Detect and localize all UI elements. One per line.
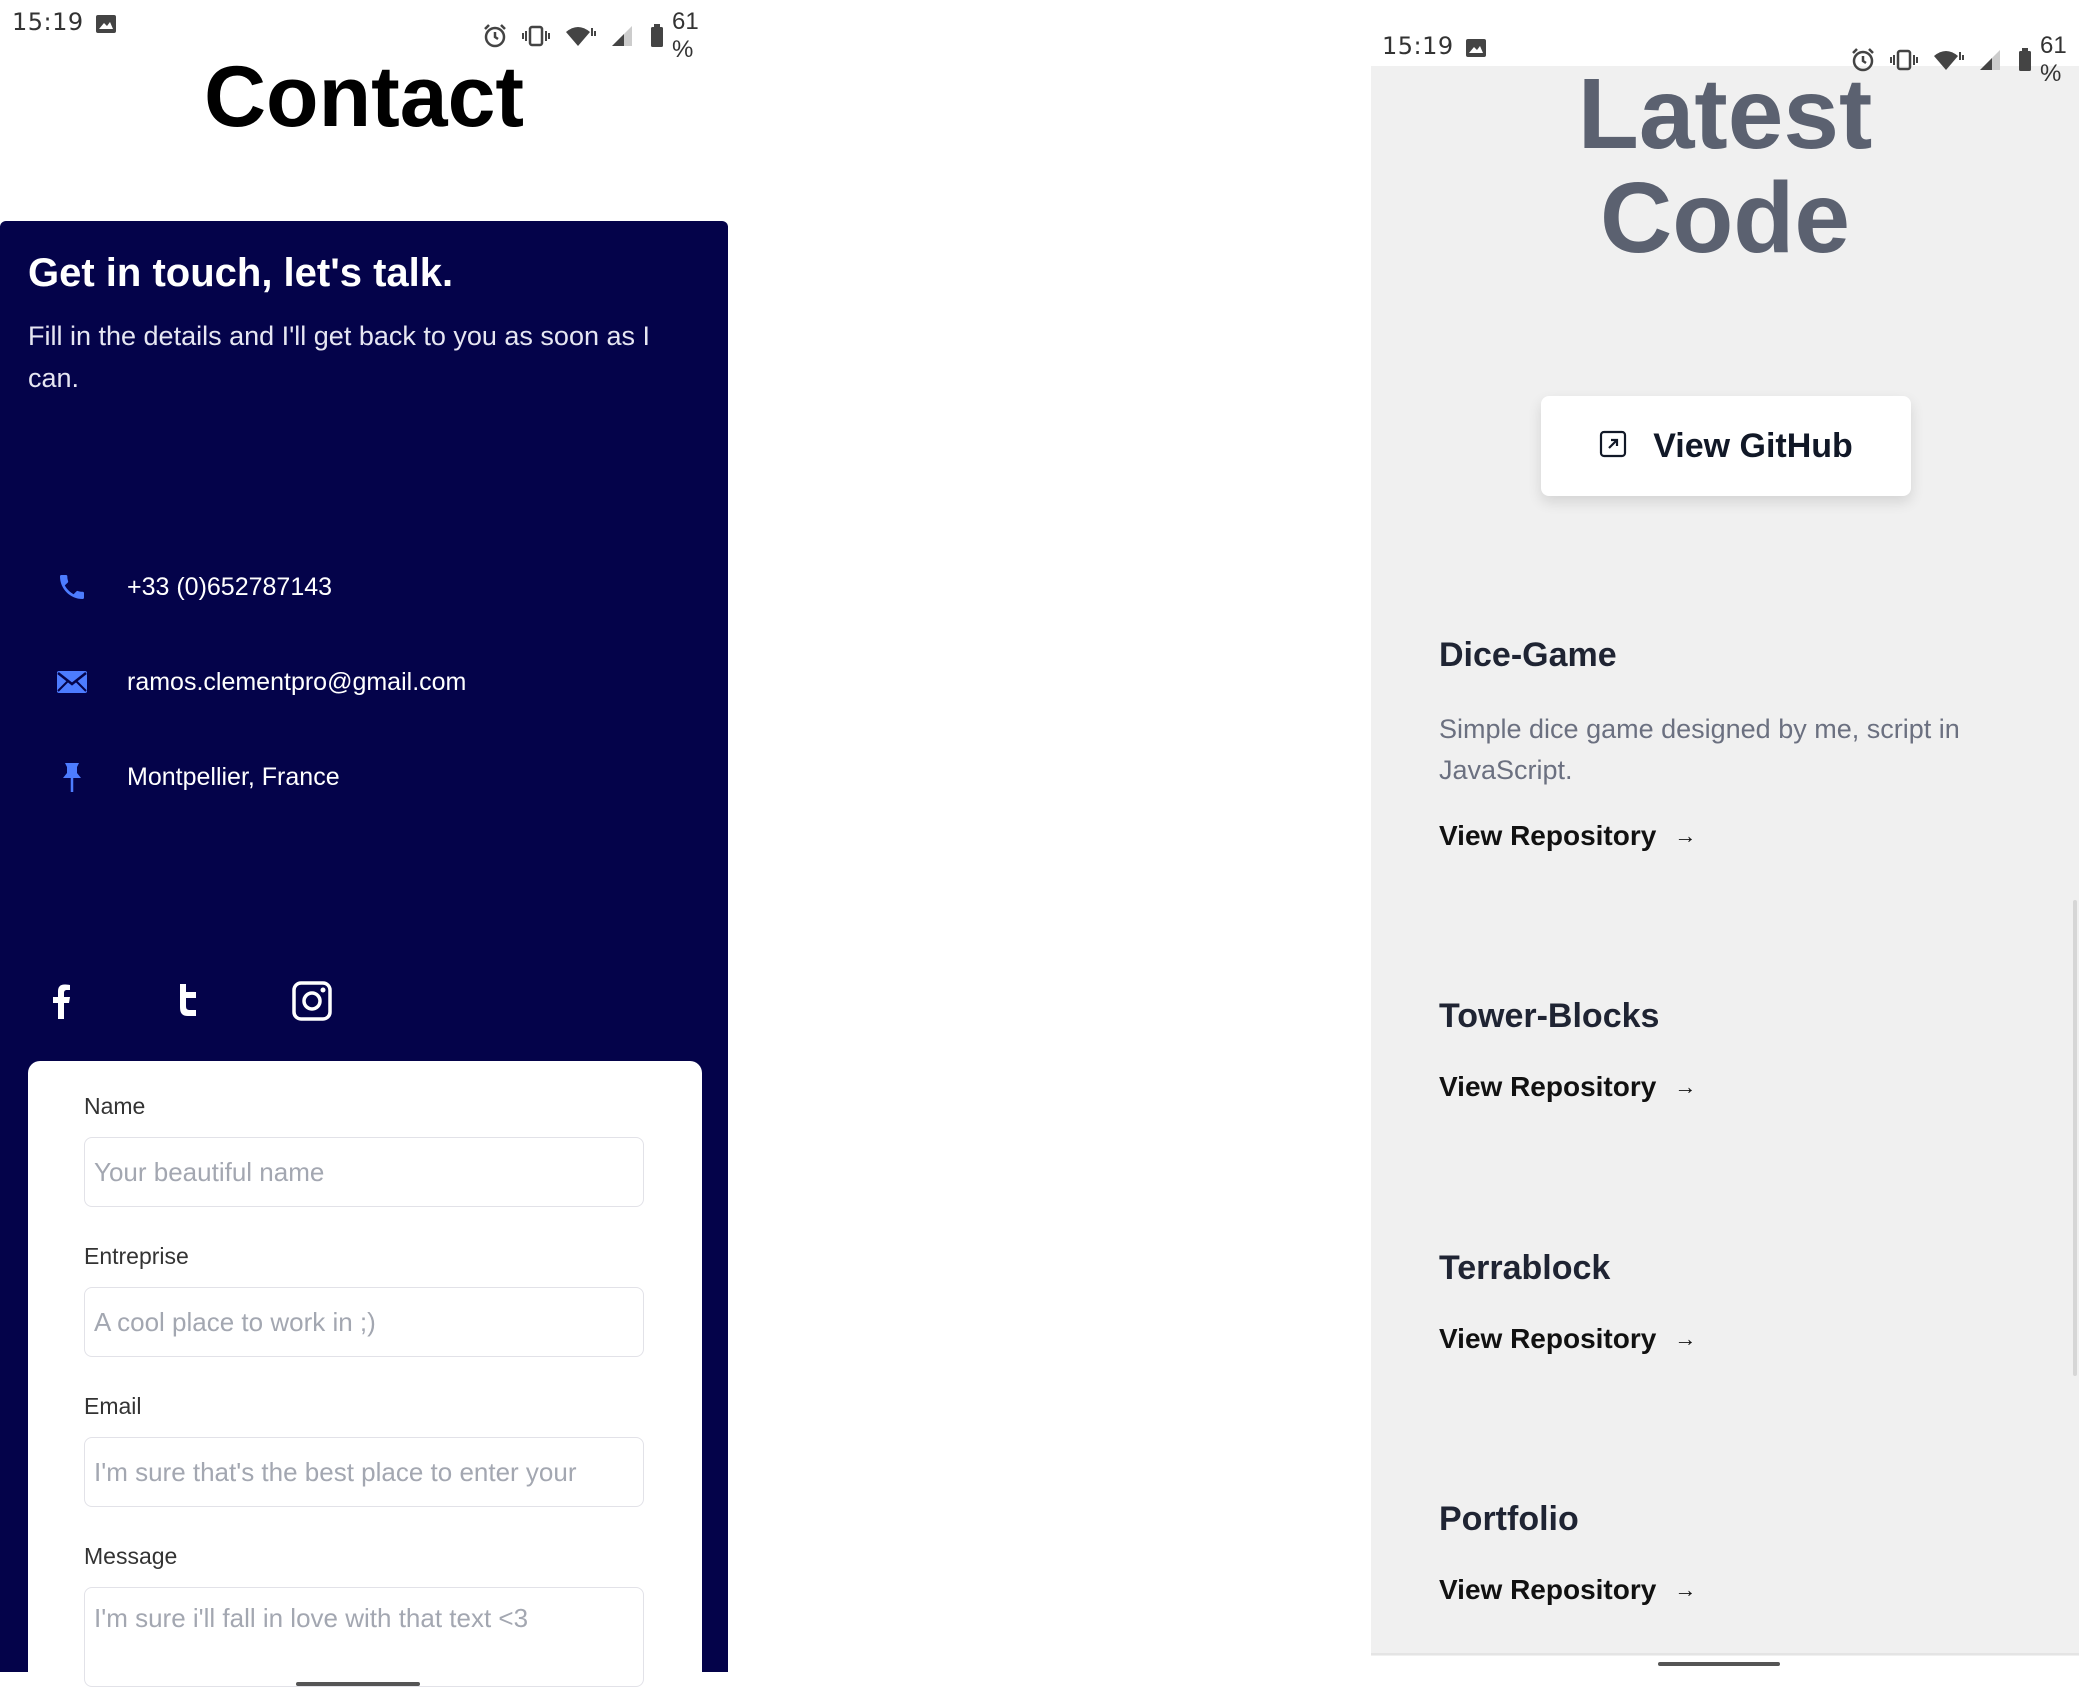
image-notification-icon <box>96 12 116 40</box>
pin-icon <box>52 757 92 797</box>
scrollbar[interactable] <box>2073 900 2077 1376</box>
battery-icon <box>650 24 664 48</box>
view-github-label: View GitHub <box>1653 426 1853 465</box>
project-title: Portfolio <box>1439 1500 1579 1538</box>
status-bar: 15:19 61 % <box>12 6 716 63</box>
view-github-button[interactable]: View GitHub <box>1541 396 1911 496</box>
wifi-icon <box>564 24 596 48</box>
status-time: 15:19 <box>12 8 84 36</box>
latest-code-screen: 15:19 61 % Latest Code View GitHub Dice-… <box>1371 0 2079 1701</box>
contact-screen: 15:19 61 % Contact Get in touch, let's t… <box>0 0 728 1701</box>
project-title: Terrablock <box>1439 1249 1611 1287</box>
view-repository-link[interactable]: View Repository → <box>1439 820 1696 852</box>
signal-icon <box>610 24 636 48</box>
email-input[interactable]: I'm sure that's the best place to enter … <box>84 1437 644 1507</box>
entreprise-label: Entreprise <box>84 1243 189 1269</box>
panel-subtext: Fill in the details and I'll get back to… <box>28 321 651 393</box>
location-text: Montpellier, France <box>127 762 340 791</box>
twitter-icon[interactable] <box>166 979 210 1023</box>
arrow-right-icon: → <box>1674 823 1697 848</box>
phone-row[interactable]: +33 (0)652787143 <box>52 567 332 607</box>
content-background <box>1371 66 2079 1656</box>
name-label: Name <box>84 1093 146 1119</box>
page-title-line2: Code <box>1600 162 1850 274</box>
alarm-icon <box>482 23 508 49</box>
view-repository-link[interactable]: View Repository → <box>1439 1323 1696 1355</box>
name-input[interactable]: Your beautiful name <box>84 1137 644 1207</box>
vibrate-icon <box>522 25 550 47</box>
contact-form: Name Your beautiful name Entreprise A co… <box>28 1061 702 1701</box>
email-address: ramos.clementpro@gmail.com <box>127 667 467 696</box>
project-title: Tower-Blocks <box>1439 997 1660 1035</box>
view-repository-label: View Repository <box>1439 820 1657 851</box>
location-row[interactable]: Montpellier, France <box>52 757 340 797</box>
arrow-right-icon: → <box>1674 1577 1697 1602</box>
email-label: Email <box>84 1393 142 1419</box>
gesture-bar[interactable] <box>296 1682 420 1686</box>
gesture-bar[interactable] <box>1658 1662 1780 1666</box>
contact-info-panel: Get in touch, let's talk. Fill in the de… <box>0 221 728 1701</box>
arrow-right-icon: → <box>1674 1326 1697 1351</box>
divider <box>1371 1653 2079 1655</box>
email-row[interactable]: ramos.clementpro@gmail.com <box>52 662 466 702</box>
page-title-line1: Latest <box>1577 58 1873 170</box>
phone-icon <box>52 567 92 607</box>
message-label: Message <box>84 1543 178 1569</box>
arrow-right-icon: → <box>1674 1074 1697 1099</box>
view-repository-label: View Repository <box>1439 1574 1657 1605</box>
external-link-icon <box>1599 430 1627 463</box>
project-description: Simple dice game designed by me, script … <box>1439 714 1960 785</box>
phone-number: +33 (0)652787143 <box>127 572 333 601</box>
view-repository-label: View Repository <box>1439 1071 1657 1102</box>
mail-icon <box>52 662 92 702</box>
instagram-icon[interactable] <box>290 979 334 1023</box>
page-title: Contact <box>203 49 525 145</box>
facebook-icon[interactable] <box>40 979 84 1023</box>
view-repository-link[interactable]: View Repository → <box>1439 1071 1696 1103</box>
entreprise-input[interactable]: A cool place to work in ;) <box>84 1287 644 1357</box>
message-input[interactable]: I'm sure i'll fall in love with that tex… <box>84 1587 644 1687</box>
page-title: Latest Code <box>1371 62 2079 270</box>
project-title: Dice-Game <box>1439 636 1617 674</box>
status-time: 15:19 <box>1382 32 1454 60</box>
panel-heading: Get in touch, let's talk. <box>28 251 454 295</box>
image-notification-icon <box>1466 36 1486 64</box>
view-repository-link[interactable]: View Repository → <box>1439 1574 1696 1606</box>
view-repository-label: View Repository <box>1439 1323 1657 1354</box>
